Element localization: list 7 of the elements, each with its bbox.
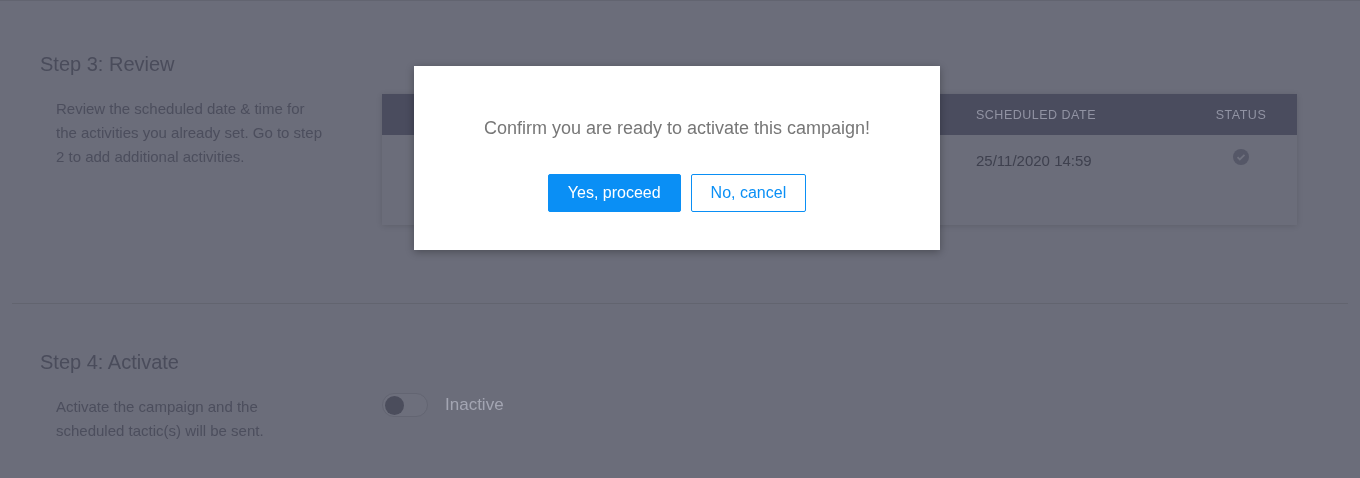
- cancel-button[interactable]: No, cancel: [690, 174, 807, 212]
- dialog-message: Confirm you are ready to activate this campaign!: [482, 118, 872, 139]
- confirm-button[interactable]: Yes, proceed: [547, 174, 681, 212]
- toggle-label: Inactive: [445, 395, 504, 415]
- toggle-switch[interactable]: [382, 393, 428, 417]
- column-header: SCHEDULED DATE: [976, 107, 1097, 122]
- column-header: STATUS: [1214, 107, 1268, 122]
